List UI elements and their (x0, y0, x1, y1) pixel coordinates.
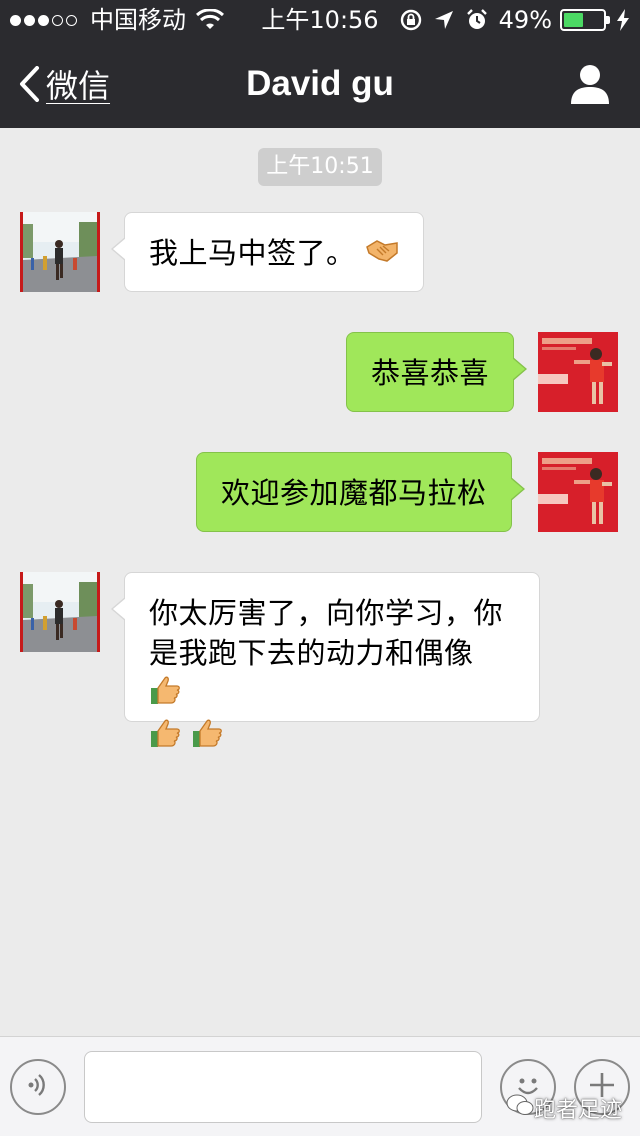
message-input[interactable] (84, 1051, 482, 1123)
message-bubble-incoming[interactable]: 我上马中签了。 (110, 212, 425, 292)
message-emoji-line (149, 716, 515, 759)
voice-icon (23, 1070, 53, 1104)
location-arrow-icon (433, 9, 455, 31)
alarm-icon (465, 8, 489, 32)
my-avatar[interactable] (538, 332, 618, 412)
top-bar: 中国移动 上午10:56 49% 微信 David gu (0, 0, 640, 128)
navigation-bar: 微信 David gu (0, 40, 640, 128)
message-text: 恭喜恭喜 (371, 356, 490, 390)
battery-fill (564, 13, 583, 27)
message-bubble-outgoing[interactable]: 恭喜恭喜 (346, 332, 528, 412)
battery-cap (606, 16, 610, 24)
watermark: 跑者足迹 (506, 1092, 622, 1124)
message-text-line: 是我跑下去的动力和偶像 (149, 633, 515, 716)
status-bar: 中国移动 上午10:56 49% (0, 0, 640, 40)
message-text: 是我跑下去的动力和偶像 (149, 636, 474, 670)
rotation-lock-icon (399, 8, 423, 32)
battery-percent: 49% (498, 6, 552, 34)
message-bubble-outgoing[interactable]: 欢迎参加魔都马拉松 (196, 452, 525, 532)
message-text: 我上马中签了。 (149, 236, 356, 270)
voice-button[interactable] (10, 1059, 66, 1115)
message-bubble-incoming[interactable]: 你太厉害了，向你学习，你 是我跑下去的动力和偶像 (111, 572, 540, 747)
message-timestamp: 上午10:51 (258, 148, 382, 186)
thumbs-up-emoji (191, 717, 223, 759)
my-avatar[interactable] (538, 452, 618, 532)
chat-title: David gu (246, 64, 394, 103)
message-text: 欢迎参加魔都马拉松 (221, 476, 487, 510)
message-text-line: 你太厉害了，向你学习，你 (149, 596, 504, 630)
wechat-logo-icon (506, 1093, 534, 1123)
status-right: 49% (389, 0, 630, 40)
sender-avatar[interactable] (20, 212, 100, 292)
watermark-text: 跑者足迹 (534, 1098, 623, 1123)
handshake-emoji (365, 235, 399, 275)
thumbs-up-emoji (149, 717, 181, 759)
charging-bolt-icon (616, 9, 630, 31)
person-icon[interactable] (568, 62, 612, 106)
thumbs-up-emoji (149, 674, 181, 716)
battery-icon (560, 9, 610, 31)
sender-avatar[interactable] (20, 572, 100, 652)
